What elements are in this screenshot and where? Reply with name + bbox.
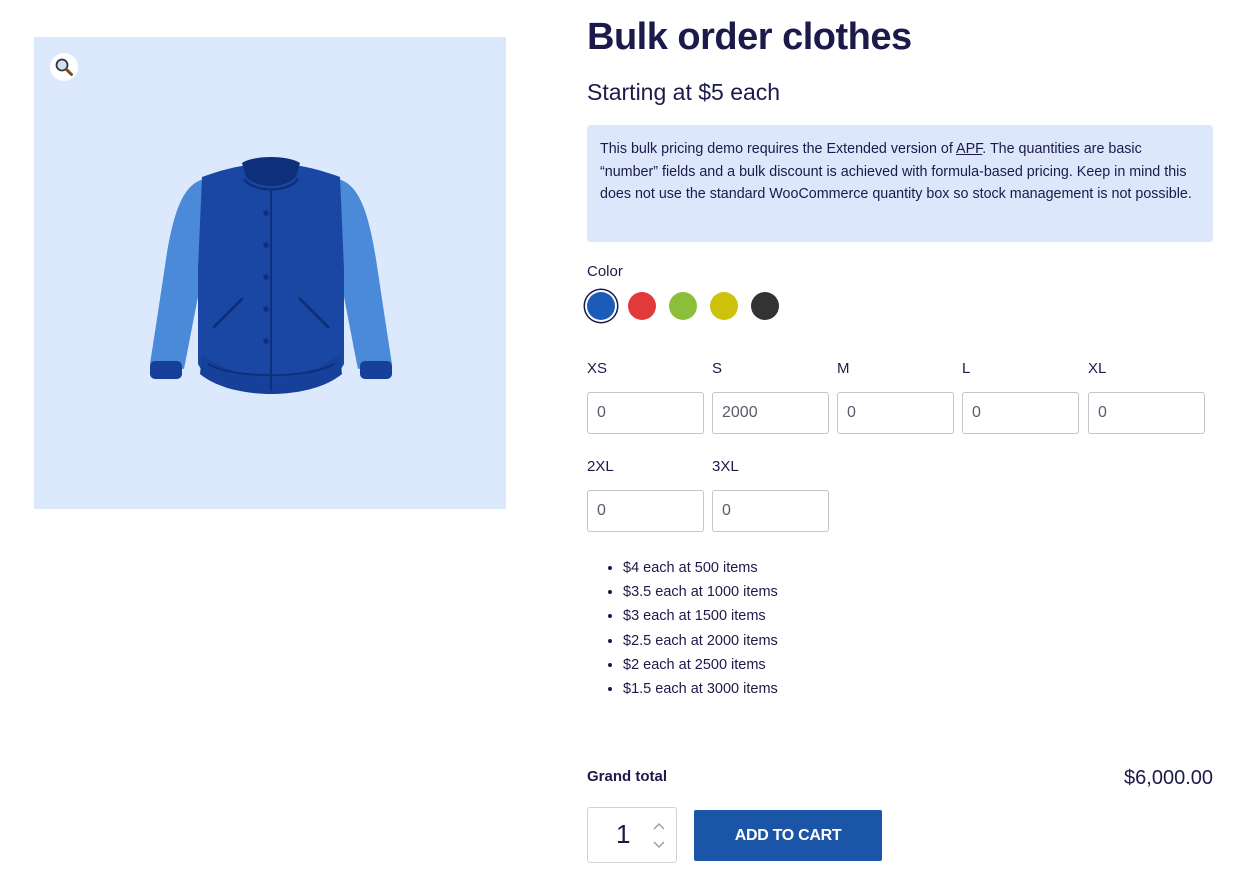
size-field-3xl: 3XL <box>712 458 829 532</box>
swatch-blue[interactable] <box>587 292 615 320</box>
swatch-black[interactable] <box>751 292 779 320</box>
product-price: Starting at $5 each <box>587 79 781 105</box>
size-label: L <box>962 360 971 377</box>
zoom-button[interactable] <box>50 53 78 81</box>
size-input-3xl[interactable] <box>712 490 829 532</box>
list-item: $1.5 each at 3000 items <box>623 677 778 701</box>
size-input-xs[interactable] <box>587 392 704 434</box>
product-title: Bulk order clothes <box>587 16 912 58</box>
add-to-cart-button[interactable]: ADD TO CART <box>694 810 882 861</box>
size-field-m: M <box>837 360 954 434</box>
swatch-red[interactable] <box>628 292 656 320</box>
list-item: $2.5 each at 2000 items <box>623 629 778 653</box>
size-input-2xl[interactable] <box>587 490 704 532</box>
size-label: XS <box>587 360 608 377</box>
swatch-yellow[interactable] <box>710 292 738 320</box>
list-item: $3 each at 1500 items <box>623 604 778 628</box>
size-label: 2XL <box>587 458 614 475</box>
swatch-green[interactable] <box>669 292 697 320</box>
list-item: $3.5 each at 1000 items <box>623 580 778 604</box>
size-input-l[interactable] <box>962 392 1079 434</box>
list-item: $4 each at 500 items <box>623 556 778 580</box>
chevron-up-icon[interactable] <box>652 820 666 832</box>
size-field-l: L <box>962 360 1079 434</box>
product-gallery <box>34 37 506 509</box>
quantity-stepper[interactable]: 1 <box>587 807 677 863</box>
list-item: $2 each at 2500 items <box>623 653 778 677</box>
size-field-s: S <box>712 360 829 434</box>
chevron-down-icon[interactable] <box>652 839 666 851</box>
size-input-m[interactable] <box>837 392 954 434</box>
jacket-image <box>150 157 392 394</box>
info-notice: This bulk pricing demo requires the Exte… <box>587 125 1213 242</box>
size-field-xs: XS <box>587 360 704 434</box>
size-label: XL <box>1088 360 1107 377</box>
apf-link[interactable]: APF <box>956 141 982 157</box>
size-input-s[interactable] <box>712 392 829 434</box>
size-field-2xl: 2XL <box>587 458 704 532</box>
size-label: S <box>712 360 723 377</box>
size-input-xl[interactable] <box>1088 392 1205 434</box>
magnifier-icon <box>55 58 73 76</box>
size-label: M <box>837 360 850 377</box>
color-swatches <box>587 292 779 320</box>
size-label: 3XL <box>712 458 739 475</box>
grand-total-label: Grand total <box>587 768 668 785</box>
grand-total-value: $6,000.00 <box>1124 767 1213 789</box>
quantity-value[interactable]: 1 <box>616 819 630 850</box>
notice-text-before: This bulk pricing demo requires the Exte… <box>600 141 957 157</box>
size-field-xl: XL <box>1088 360 1205 434</box>
bulk-pricing-tiers: $4 each at 500 items $3.5 each at 1000 i… <box>623 556 778 701</box>
color-label: Color <box>587 263 623 280</box>
